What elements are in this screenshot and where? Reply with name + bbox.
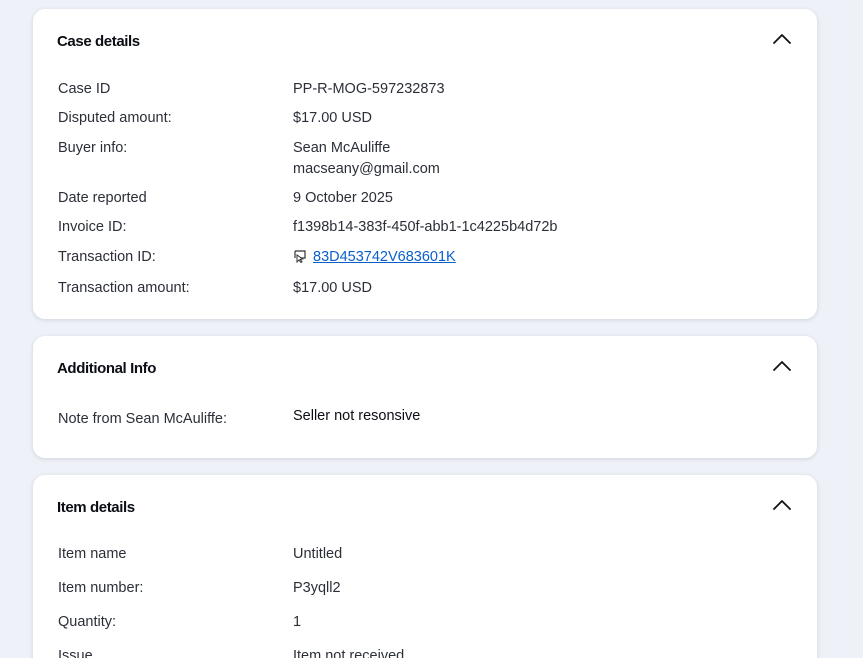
date-reported-label: Date reported xyxy=(58,190,147,206)
additional-info-card: Additional Info Note from Sean McAuliffe… xyxy=(33,336,817,458)
additional-info-title: Additional Info xyxy=(57,360,156,377)
quantity-label: Quantity: xyxy=(58,614,117,630)
case-id-value: PP-R-MOG-597232873 xyxy=(293,81,445,97)
buyer-name: Sean McAuliffe xyxy=(293,140,391,156)
invoice-id-label: Invoice ID: xyxy=(58,219,127,235)
transaction-amount-value: $17.00 USD xyxy=(293,280,372,296)
disputed-amount-value: $17.00 USD xyxy=(293,110,372,126)
case-details-title: Case details xyxy=(57,33,140,50)
chevron-up-icon[interactable] xyxy=(771,497,793,513)
item-number-label: Item number: xyxy=(58,580,144,596)
buyer-info-value: Sean McAuliffe macseany@gmail.com xyxy=(293,138,440,180)
buyer-note-value: Seller not resonsive xyxy=(293,408,421,424)
quantity-value: 1 xyxy=(293,614,302,630)
additional-info-header[interactable]: Additional Info xyxy=(33,336,817,400)
item-name-value: Untitled xyxy=(293,546,343,562)
case-id-label: Case ID xyxy=(58,81,111,97)
case-details-header[interactable]: Case details xyxy=(33,9,817,73)
item-name-label: Item name xyxy=(58,546,127,562)
date-reported-value: 9 October 2025 xyxy=(293,190,393,206)
item-details-title: Item details xyxy=(57,499,135,516)
disputed-amount-label: Disputed amount: xyxy=(58,110,172,126)
item-details-card: Item details Item name Untitled Item num… xyxy=(33,475,817,658)
transaction-link-icon xyxy=(294,250,306,263)
transaction-id-label: Transaction ID: xyxy=(58,249,156,265)
item-number-value: P3yqll2 xyxy=(293,580,341,596)
transaction-id-link[interactable]: 83D453742V683601K xyxy=(313,249,456,265)
invoice-id-value: f1398b14-383f-450f-abb1-1c4225b4d72b xyxy=(293,219,558,235)
page: Case details Case ID PP-R-MOG-597232873 … xyxy=(0,0,863,658)
transaction-amount-label: Transaction amount: xyxy=(58,280,190,296)
buyer-info-row: Buyer info: Sean McAuliffe macseany@gmai… xyxy=(58,138,798,180)
chevron-up-icon[interactable] xyxy=(771,31,793,47)
item-details-header[interactable]: Item details xyxy=(33,475,817,539)
buyer-info-label: Buyer info: xyxy=(58,140,128,156)
chevron-up-icon[interactable] xyxy=(771,358,793,374)
case-details-card: Case details Case ID PP-R-MOG-597232873 … xyxy=(33,9,817,319)
issue-value: Item not received xyxy=(293,648,405,658)
issue-label: Issue xyxy=(58,648,93,658)
buyer-note-label: Note from Sean McAuliffe: xyxy=(58,411,227,427)
buyer-email: macseany@gmail.com xyxy=(293,161,440,177)
transaction-id-value: 83D453742V683601K xyxy=(293,247,456,268)
